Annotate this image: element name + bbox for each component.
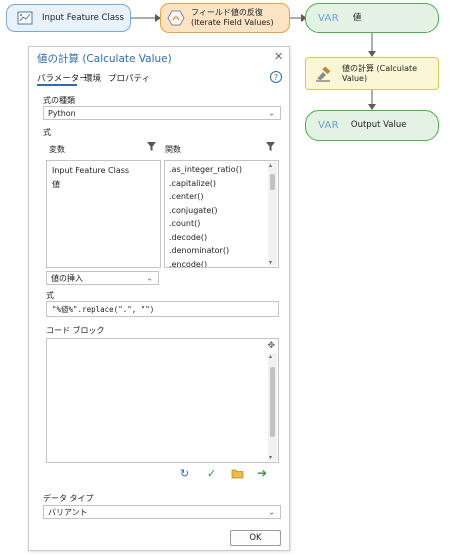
functions-list[interactable]: .as_integer_ratio() .capitalize() .cente…: [164, 160, 279, 268]
iterator-hexagon-icon: [167, 10, 185, 26]
data-type-value: バリアント: [48, 507, 88, 517]
calculate-value-node[interactable]: 値の計算 (Calculate Value): [305, 57, 439, 90]
insert-value-dropdown[interactable]: 値の挿入 ⌄: [46, 271, 159, 285]
value-variable-label: 値: [352, 12, 362, 23]
calculate-value-dialog: 値の計算 (Calculate Value) ✕ パラメーター 環境 プロパティ…: [28, 46, 290, 551]
chevron-down-icon: ⌄: [268, 108, 275, 118]
variables-filter-icon[interactable]: [146, 141, 157, 155]
function-item[interactable]: .denominator(): [169, 244, 274, 258]
close-icon[interactable]: ✕: [274, 50, 283, 63]
output-value-node[interactable]: VAR Output Value: [305, 110, 439, 141]
iterate-field-values-label: フィールド値の反復 (Iterate Field Values): [191, 8, 274, 27]
tab-active-underline: [37, 84, 77, 86]
expression-section-label: 式: [43, 128, 51, 137]
move-handle-icon[interactable]: ✥: [267, 341, 275, 351]
verify-check-icon[interactable]: ✓: [207, 467, 216, 480]
chevron-down-icon: ⌄: [146, 273, 153, 283]
ok-button[interactable]: OK: [230, 530, 281, 546]
function-item[interactable]: .capitalize(): [169, 177, 274, 191]
help-icon[interactable]: ?: [270, 71, 282, 83]
input-feature-class-label: Input Feature Class: [42, 12, 124, 23]
feature-class-icon: [17, 11, 33, 25]
variable-item[interactable]: 値: [52, 178, 155, 192]
code-block-label: コード ブロック: [46, 326, 105, 335]
expression-value: "%値%".replace(".", ""): [52, 305, 155, 314]
undo-icon[interactable]: ↻: [180, 467, 189, 480]
variable-icon: VAR: [318, 12, 339, 24]
iterate-field-values-node[interactable]: フィールド値の反復 (Iterate Field Values): [160, 3, 290, 33]
expression-input[interactable]: "%値%".replace(".", ""): [46, 301, 279, 317]
tab-parameters-label: パラメーター: [37, 74, 88, 84]
input-feature-class-node[interactable]: Input Feature Class: [6, 4, 131, 32]
data-type-select[interactable]: バリアント ⌄: [43, 505, 281, 519]
help-symbol: ?: [273, 72, 279, 82]
tab-environments-label: 環境: [84, 74, 102, 84]
arrow-value-to-calculate: [368, 33, 376, 57]
scrollbar-thumb[interactable]: [270, 174, 275, 190]
ok-button-label: OK: [249, 533, 262, 543]
chevron-down-icon: ⌄: [268, 507, 275, 517]
scroll-up-icon[interactable]: ▴: [269, 353, 272, 360]
functions-header: 関数: [165, 145, 181, 154]
expression-type-label: 式の種類: [43, 96, 75, 105]
output-variable-icon: VAR: [318, 120, 339, 131]
expression-type-value: Python: [48, 108, 76, 118]
calculate-value-label: 値の計算 (Calculate Value): [342, 63, 418, 83]
value-variable-node[interactable]: VAR 値: [305, 3, 439, 33]
tab-parameters[interactable]: パラメーター: [37, 72, 88, 86]
scroll-up-icon[interactable]: ▴: [269, 162, 272, 169]
variables-list[interactable]: Input Feature Class 値: [46, 160, 161, 268]
expression-type-select[interactable]: Python ⌄: [43, 106, 281, 120]
function-item[interactable]: .center(): [169, 190, 274, 204]
tab-properties[interactable]: プロパティ: [108, 72, 150, 84]
dialog-title: 値の計算 (Calculate Value): [37, 53, 172, 65]
code-block-input[interactable]: ✥ ▴ ▾: [46, 338, 279, 463]
tab-properties-label: プロパティ: [108, 74, 150, 84]
open-folder-icon[interactable]: [231, 468, 244, 482]
export-arrow-icon[interactable]: ➔: [257, 466, 267, 480]
insert-value-label: 値の挿入: [51, 273, 83, 283]
function-item[interactable]: .as_integer_ratio(): [169, 163, 274, 177]
function-item[interactable]: .decode(): [169, 231, 274, 245]
arrow-input-to-iterate: [131, 14, 161, 22]
data-type-label: データ タイプ: [43, 494, 94, 503]
expression-label: 式: [46, 291, 54, 300]
code-block-scrollbar[interactable]: ▴ ▾: [268, 353, 277, 461]
scroll-down-icon[interactable]: ▾: [269, 454, 272, 461]
tab-environments[interactable]: 環境: [84, 72, 101, 84]
function-item[interactable]: .count(): [169, 217, 274, 231]
scrollbar-thumb[interactable]: [270, 367, 275, 437]
arrow-calculate-to-output: [368, 90, 376, 110]
calculate-tool-icon: [314, 66, 332, 82]
variable-item[interactable]: Input Feature Class: [52, 164, 155, 178]
scroll-down-icon[interactable]: ▾: [269, 259, 272, 266]
variables-header: 変数: [49, 145, 65, 154]
function-item[interactable]: .conjugate(): [169, 204, 274, 218]
functions-filter-icon[interactable]: [265, 141, 276, 155]
output-value-label: Output Value: [350, 120, 407, 131]
function-item[interactable]: .encode(): [169, 258, 274, 268]
functions-scrollbar[interactable]: ▴ ▾: [268, 162, 277, 266]
